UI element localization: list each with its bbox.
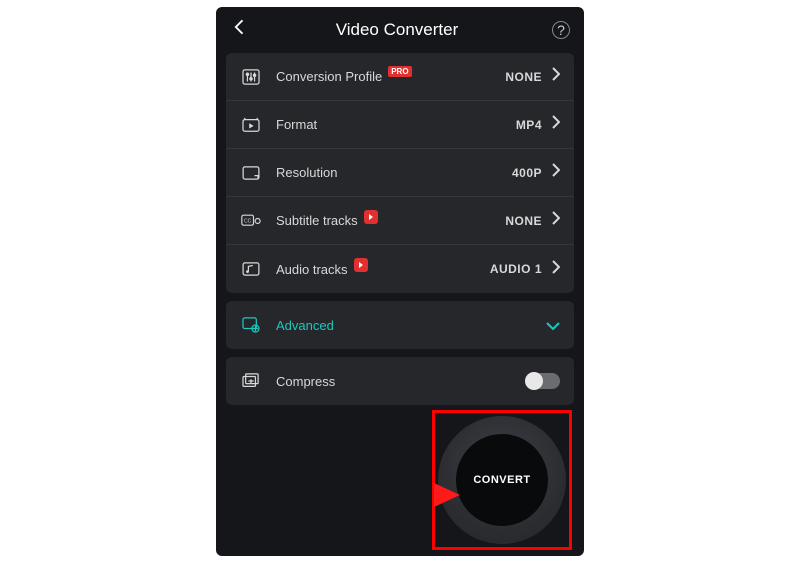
audio-icon <box>240 260 262 278</box>
page-title: Video Converter <box>242 20 552 40</box>
sliders-icon <box>240 68 262 86</box>
row-value: NONE <box>505 214 542 228</box>
chevron-right-icon <box>552 163 560 182</box>
row-value: MP4 <box>516 118 542 132</box>
row-label: Subtitle tracks <box>276 213 358 228</box>
row-conversion-profile[interactable]: Conversion Profile PRO NONE <box>226 53 574 101</box>
compress-toggle[interactable] <box>526 373 560 389</box>
row-resolution[interactable]: Resolution 400P <box>226 149 574 197</box>
advanced-icon <box>240 316 262 334</box>
row-value: AUDIO 1 <box>490 262 542 276</box>
row-value: NONE <box>505 70 542 84</box>
format-icon <box>240 116 262 134</box>
compress-icon <box>240 372 262 390</box>
header-bar: Video Converter ? <box>216 7 584 53</box>
convert-label: CONVERT <box>456 434 548 526</box>
convert-highlight-box: CONVERT <box>432 410 572 550</box>
chevron-right-icon <box>552 211 560 230</box>
advanced-panel: Advanced <box>226 301 574 349</box>
row-value: 400P <box>512 166 542 180</box>
row-label: Advanced <box>276 318 334 333</box>
convert-button[interactable]: CONVERT <box>438 416 566 544</box>
row-label: Conversion Profile <box>276 69 382 84</box>
row-label: Resolution <box>276 165 337 180</box>
row-advanced[interactable]: Advanced <box>226 301 574 349</box>
app-screen: Video Converter ? Conversion Profile PRO… <box>216 7 584 556</box>
row-format[interactable]: Format MP4 <box>226 101 574 149</box>
row-label: Audio tracks <box>276 262 348 277</box>
row-label: Format <box>276 117 317 132</box>
new-indicator-icon <box>364 210 378 224</box>
row-audio-tracks[interactable]: Audio tracks AUDIO 1 <box>226 245 574 293</box>
row-subtitle-tracks[interactable]: CC Subtitle tracks NONE <box>226 197 574 245</box>
chevron-right-icon <box>552 67 560 86</box>
chevron-right-icon <box>552 260 560 279</box>
resolution-icon <box>240 164 262 182</box>
new-indicator-icon <box>354 258 368 272</box>
row-label: Compress <box>276 374 335 389</box>
pro-badge: PRO <box>388 66 411 77</box>
svg-text:CC: CC <box>244 218 252 224</box>
cc-icon: CC <box>240 212 262 230</box>
settings-panel: Conversion Profile PRO NONE Format MP4 R… <box>226 53 574 293</box>
chevron-right-icon <box>552 115 560 134</box>
chevron-down-icon <box>546 317 560 333</box>
compress-panel: Compress <box>226 357 574 405</box>
help-button[interactable]: ? <box>552 21 570 39</box>
row-compress[interactable]: Compress <box>226 357 574 405</box>
